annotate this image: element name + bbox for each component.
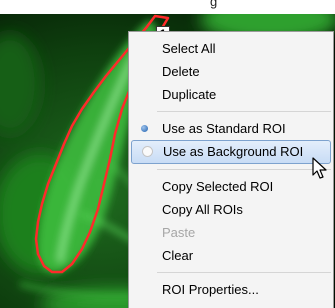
menu-item-label: Use as Standard ROI xyxy=(162,121,286,136)
menu-item-delete[interactable]: Delete xyxy=(129,60,333,83)
menu-item-clear[interactable]: Clear xyxy=(129,244,333,267)
menu-item-copy-all-rois[interactable]: Copy All ROIs xyxy=(129,198,333,221)
menu-separator xyxy=(157,111,331,112)
menu-item-roi-properties[interactable]: ROI Properties... xyxy=(129,278,333,301)
menu-item-duplicate[interactable]: Duplicate xyxy=(129,83,333,106)
screenshot-root: g Select All Delete Duplicate Use as Sta… xyxy=(0,0,335,308)
menu-separator xyxy=(157,272,331,273)
mouse-pointer-icon xyxy=(312,157,327,179)
menu-item-copy-selected-roi[interactable]: Copy Selected ROI xyxy=(129,175,333,198)
menu-item-select-all[interactable]: Select All xyxy=(129,37,333,60)
menu-item-use-as-standard-roi[interactable]: Use as Standard ROI xyxy=(129,117,333,140)
menu-separator xyxy=(157,169,331,170)
top-strip: g xyxy=(0,0,335,14)
menu-item-label: Use as Background ROI xyxy=(163,144,304,159)
menu-item-use-as-background-roi[interactable]: Use as Background ROI xyxy=(131,140,331,164)
radio-checked-icon xyxy=(141,125,148,132)
top-strip-text: g xyxy=(210,0,218,9)
menu-item-paste: Paste xyxy=(162,225,196,240)
context-menu: Select All Delete Duplicate Use as Stand… xyxy=(128,31,334,308)
radio-unchecked-icon xyxy=(142,146,153,157)
